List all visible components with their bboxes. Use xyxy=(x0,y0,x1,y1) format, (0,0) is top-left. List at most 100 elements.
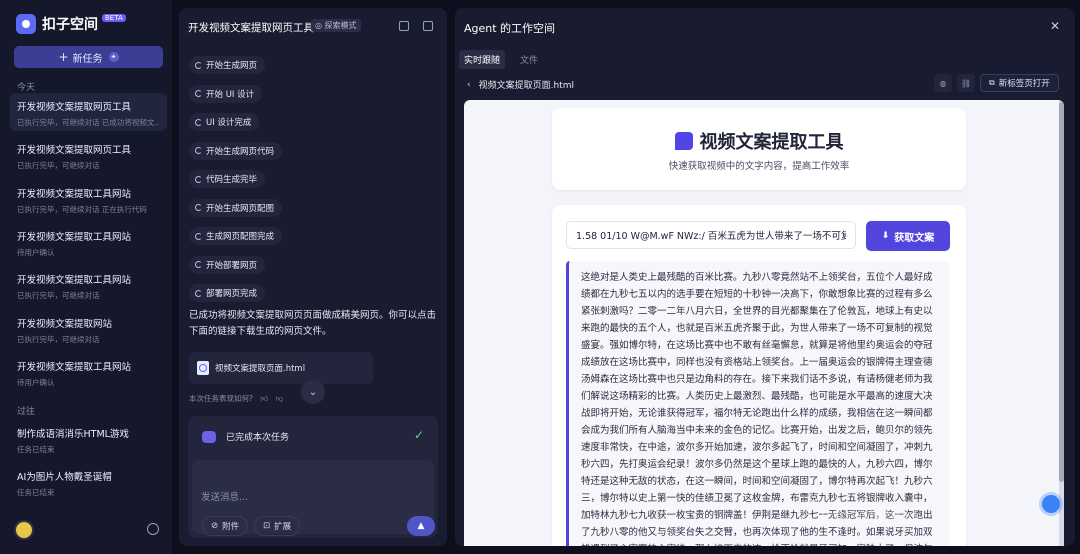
robot-icon xyxy=(202,430,216,443)
back-icon[interactable]: ‹ xyxy=(467,80,471,90)
past-label: 过往 xyxy=(17,407,36,417)
agent-workspace: Agent 的工作空间 ✕ 实时跟随 文件 ‹ 视频文案提取页面.html ◍ … xyxy=(455,8,1075,546)
floating-chat-icon[interactable] xyxy=(1042,495,1060,513)
step-label: 代码生成完毕 xyxy=(206,175,258,185)
wechat-icon[interactable]: ◍ xyxy=(934,74,952,92)
plus-icon: + xyxy=(58,50,69,64)
download-icon: ⬇ xyxy=(881,231,890,241)
sidebar-task-item[interactable]: 制作成语消消乐HTML游戏 任务已结束 xyxy=(10,420,167,458)
task-status: 待用户确认 xyxy=(17,247,55,257)
chat-title: 开发视频文案提取网页工具 xyxy=(188,22,314,34)
progress-step[interactable]: UI 设计完成 xyxy=(189,113,260,131)
progress-step[interactable]: 开始生成网页代码 xyxy=(189,141,283,160)
sidebar-task-item[interactable]: 开发视频文案提取工具网站 待用户确认 xyxy=(10,353,167,391)
history-icon[interactable] xyxy=(147,523,159,535)
sidebar-task-item[interactable]: 开发视频文案提取工具网站 已执行完毕，可继续对话 正在执行代码 xyxy=(10,180,167,218)
fetch-copy-button[interactable]: ⬇ 获取文案 xyxy=(866,221,950,251)
video-link-input[interactable] xyxy=(566,221,856,249)
paperclip-icon: ⊘ xyxy=(211,521,219,531)
progress-step[interactable]: 生成网页配图完成 xyxy=(189,227,283,245)
mode-tag: ◎ 探索模式 xyxy=(311,19,361,32)
step-status-icon xyxy=(195,261,202,268)
panel-toggle-icon[interactable] xyxy=(423,21,433,31)
task-status: 已执行完毕，可继续对话 xyxy=(17,334,100,344)
shortcut-badge: ✦ xyxy=(108,52,119,62)
sidebar: 扣子空间 BETA + 新任务 ✦ 今天 开发视频文案提取网页工具 已执行完毕，可… xyxy=(0,0,172,554)
chat-panel: 开发视频文案提取网页工具 ◎ 探索模式 开始生成网页 开始 UI 设计 UI 设计完… xyxy=(179,8,447,546)
external-link-icon: ⧉ xyxy=(989,78,995,87)
file-attachment-name: 视频文案提取页面.html xyxy=(215,364,306,374)
step-label: 开始 UI 设计 xyxy=(206,89,255,100)
sidebar-task-item[interactable]: 开发视频文案提取网页工具 已执行完毕，可继续对话 已成功将视频文... xyxy=(10,93,167,131)
progress-step[interactable]: 部署网页完成 xyxy=(189,284,266,302)
sidebar-task-item[interactable]: 开发视频文案提取网页工具 已执行完毕，可继续对话 xyxy=(10,136,167,174)
hero-title-row: 视频文案提取工具 xyxy=(552,128,966,154)
tab-live[interactable]: 实时跟随 xyxy=(459,50,506,69)
attach-button[interactable]: ⊘ 附件 xyxy=(202,516,249,536)
progress-step[interactable]: 开始部署网页 xyxy=(189,255,266,274)
html-file-icon xyxy=(197,361,209,375)
task-status: 任务已结束 xyxy=(17,445,55,454)
new-task-button[interactable]: + 新任务 ✦ xyxy=(14,46,163,68)
app-logo-icon xyxy=(16,14,36,34)
open-new-tab-button[interactable]: ⧉ 新标签页打开 xyxy=(980,74,1059,92)
step-label: 开始生成网页 xyxy=(206,61,258,71)
step-status-icon xyxy=(195,147,202,154)
feedback-label: 本次任务表现如何? xyxy=(189,394,253,403)
task-status: 待用户确认 xyxy=(17,377,55,387)
web-preview: 视频文案提取工具 快速获取视频中的文字内容，提高工作效率 ⬇ 获取文案 这绝对是… xyxy=(464,100,1064,546)
sidebar-task-item[interactable]: 开发视频文案提取工具网站 已执行完毕，可继续对话 xyxy=(10,266,167,304)
assistant-message: 已成功将视频文案提取网页页面做成精美网页。你可以点击下面的链接下载生成的网页文件… xyxy=(189,310,437,337)
preview-scrollbar[interactable] xyxy=(1059,100,1064,546)
step-label: 生成网页配图完成 xyxy=(206,232,275,242)
new-task-label: 新任务 xyxy=(72,53,103,65)
step-status-icon xyxy=(195,61,202,69)
thumb-up-icon[interactable]: 👍︎ xyxy=(260,394,268,403)
link-icon[interactable]: ⛓ xyxy=(957,74,975,92)
progress-step[interactable]: 开始 UI 设计 xyxy=(189,84,263,103)
task-status: 已执行完毕，可继续对话 xyxy=(17,161,100,171)
app-name: 扣子空间 xyxy=(42,17,98,33)
task-complete-row: 已完成本次任务 xyxy=(202,430,289,443)
composer: 已完成本次任务 ✓ ⊘ 附件 ⊡ 扩展 ▲ xyxy=(188,416,438,538)
progress-step[interactable]: 代码生成完毕 xyxy=(189,170,266,188)
file-bar: ‹ 视频文案提取页面.html xyxy=(467,78,1067,92)
share-icon[interactable] xyxy=(399,21,409,31)
task-complete-label: 已完成本次任务 xyxy=(226,433,290,443)
sidebar-task-item[interactable]: 开发视频文案提取工具网站 待用户确认 xyxy=(10,223,167,261)
step-label: UI 设计完成 xyxy=(206,118,252,128)
expand-icon: ⊡ xyxy=(263,521,271,531)
workspace-tabs: 实时跟随 文件 xyxy=(459,50,553,69)
tab-files[interactable]: 文件 xyxy=(515,50,543,69)
send-icon: ▲ xyxy=(417,521,425,531)
file-attachment[interactable]: 视频文案提取页面.html xyxy=(189,352,373,384)
expand-button[interactable]: ⊡ 扩展 xyxy=(254,516,301,536)
check-icon: ✓ xyxy=(413,428,424,442)
step-label: 部署网页完成 xyxy=(206,289,258,299)
send-button[interactable]: ▲ xyxy=(407,516,435,536)
extract-card: ⬇ 获取文案 这绝对是人类史上最残酷的百米比赛。九秒八零竟然站不上领奖台，五位个… xyxy=(552,205,966,546)
progress-step[interactable]: 开始生成网页 xyxy=(189,56,266,74)
close-icon[interactable]: ✕ xyxy=(1050,19,1060,33)
task-title: 开发视频文案提取工具网站 xyxy=(17,361,132,373)
task-title: 开发视频文案提取工具网站 xyxy=(17,275,132,287)
step-label: 开始生成网页代码 xyxy=(206,146,275,157)
chat-bubble-icon xyxy=(674,132,693,150)
watermark-logo xyxy=(800,500,824,524)
hero-card: 视频文案提取工具 快速获取视频中的文字内容，提高工作效率 xyxy=(552,108,966,190)
user-avatar[interactable] xyxy=(14,520,34,540)
task-title: 开发视频文案提取网页工具 xyxy=(17,145,132,157)
preview-subtitle: 快速获取视频中的文字内容，提高工作效率 xyxy=(668,161,850,172)
brand[interactable]: 扣子空间 BETA xyxy=(16,14,126,34)
progress-step[interactable]: 开始生成网页配图 xyxy=(189,198,283,217)
sidebar-task-item[interactable]: AI为图片人物戴圣诞帽 任务已结束 xyxy=(10,463,167,501)
sidebar-task-item[interactable]: 开发视频文案提取网站 已执行完毕，可继续对话 xyxy=(10,310,167,348)
thumb-down-icon[interactable]: 👎︎ xyxy=(276,394,284,403)
watermark: 长的AIGC xyxy=(830,504,928,529)
task-title: 开发视频文案提取网页工具 xyxy=(17,102,132,113)
workspace-title: Agent 的工作空间 xyxy=(464,22,556,35)
preview-title: 视频文案提取工具 xyxy=(699,132,844,153)
scroll-down-button[interactable]: ⌄ xyxy=(301,380,325,404)
task-title: AI为图片人物戴圣诞帽 xyxy=(17,472,112,484)
beta-badge: BETA xyxy=(102,14,126,22)
